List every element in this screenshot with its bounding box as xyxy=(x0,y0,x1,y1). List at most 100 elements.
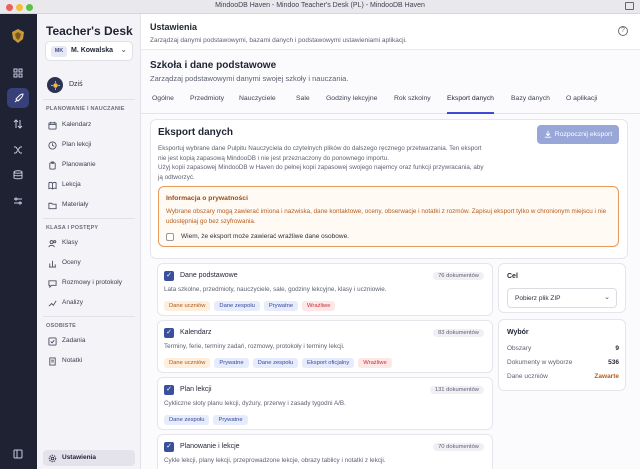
summary-value: 536 xyxy=(608,359,619,366)
item-tags: Dane zespołu Prywatne xyxy=(164,415,248,425)
window-tile-icon[interactable] xyxy=(625,2,634,10)
sidebar-item-label: Notatki xyxy=(62,357,83,364)
help-icon[interactable]: ? xyxy=(618,26,628,36)
tab-rooms[interactable]: Sale xyxy=(296,94,310,114)
folder-icon xyxy=(47,200,57,210)
item-tags: Dane uczniów Prywatne Dane zespołu Ekspo… xyxy=(164,358,392,368)
sidebar-item-materials[interactable]: Materiały xyxy=(43,197,135,213)
sidebar-item-notes[interactable]: Notatki xyxy=(43,353,135,369)
sidebar-item-analytics[interactable]: Analizy xyxy=(43,295,135,311)
divider xyxy=(43,218,135,219)
user-name: M. Kowalska xyxy=(71,47,114,54)
tab-general[interactable]: Ogólne xyxy=(152,94,174,114)
sidebar-item-settings[interactable]: Ustawienia xyxy=(43,450,135,466)
icon-rail xyxy=(0,14,37,469)
tag: Dane uczniów xyxy=(164,301,211,311)
sidebar-item-planning[interactable]: Planowanie xyxy=(43,157,135,173)
item-checkbox[interactable]: ✓ xyxy=(164,328,174,338)
rocket-icon[interactable] xyxy=(7,88,29,108)
tag: Dane uczniów xyxy=(164,358,211,368)
sidebar-item-conversations[interactable]: Rozmowy i protokoły xyxy=(43,275,135,291)
tab-teachers[interactable]: Nauczyciele xyxy=(239,94,276,114)
window-title: MindooDB Haven - Mindoo Teacher's Desk (… xyxy=(215,2,425,9)
list-item[interactable]: ✓ Kalendarz 83 dokumentów Terminy, ferie… xyxy=(157,320,493,373)
tab-subjects[interactable]: Przedmioty xyxy=(190,94,224,114)
tag: Wrażliwe xyxy=(302,301,336,311)
item-checkbox[interactable]: ✓ xyxy=(164,271,174,281)
item-title: Plan lekcji xyxy=(180,386,212,393)
list-item[interactable]: ✓ Planowanie i lekcje 70 dokumentów Cykl… xyxy=(157,434,493,469)
tag: Wrażliwe xyxy=(358,358,392,368)
divider xyxy=(43,99,135,100)
summary-value: 9 xyxy=(615,345,619,352)
sidebar-item-label: Plan lekcji xyxy=(62,141,92,148)
item-count-badge: 76 dokumentów xyxy=(433,272,484,280)
item-description: Lata szkolne, przedmioty, nauczyciele, s… xyxy=(164,286,387,293)
database-icon[interactable] xyxy=(7,165,29,185)
sidebar-item-label: Kalendarz xyxy=(62,121,92,128)
sidebar-item-label: Lekcja xyxy=(62,181,81,188)
divider xyxy=(43,316,135,317)
target-select[interactable]: Pobierz plik ZIP ⌄ xyxy=(507,288,617,308)
section-heading-classes: KLASA I POSTĘPY xyxy=(46,225,99,231)
trend-icon xyxy=(47,298,57,308)
sidebar-item-label: Analizy xyxy=(62,299,83,306)
item-tags: Dane uczniów Dane zespołu Prywatne Wrażl… xyxy=(164,301,336,311)
main-content: Ustawienia Zarządzaj danymi podstawowymi… xyxy=(141,14,640,469)
chat-icon xyxy=(47,278,57,288)
item-description: Cykle lekcji, plany lekcji, przeprowadzo… xyxy=(164,457,386,464)
sliders-icon[interactable] xyxy=(7,191,29,211)
checkbox-icon xyxy=(47,336,57,346)
sidebar-item-tasks[interactable]: Zadania xyxy=(43,333,135,349)
sidebar-item-label: Zadania xyxy=(62,337,86,344)
chevron-down-icon: ⌄ xyxy=(604,294,610,301)
item-checkbox[interactable]: ✓ xyxy=(164,385,174,395)
tab-data-export[interactable]: Eksport danych xyxy=(447,94,494,114)
list-item[interactable]: ✓ Plan lekcji 131 dokumentów Cykliczne s… xyxy=(157,377,493,430)
item-count-badge: 131 dokumentów xyxy=(429,386,484,394)
tab-lesson-hours[interactable]: Godziny lekcyjne xyxy=(326,94,377,114)
users-icon xyxy=(47,238,57,248)
app-name: Teacher's Desk xyxy=(46,24,133,38)
summary-row-areas: Obszary 9 xyxy=(507,345,619,352)
tag: Dane zespołu xyxy=(214,301,260,311)
window-titlebar: MindooDB Haven - Mindoo Teacher's Desk (… xyxy=(0,0,640,14)
tab-school-year[interactable]: Rok szkolny xyxy=(394,94,431,114)
sidebar: Teacher's Desk MK M. Kowalska ⌄ Dziś PLA… xyxy=(37,14,141,469)
sidebar-item-grades[interactable]: Oceny xyxy=(43,255,135,271)
tab-databases[interactable]: Bazy danych xyxy=(511,94,550,114)
section-heading-personal: OSOBISTE xyxy=(46,323,77,329)
sidebar-toggle-icon[interactable] xyxy=(7,444,29,464)
summary-label: Dokumenty w wyborze xyxy=(507,359,573,366)
item-checkbox[interactable]: ✓ xyxy=(164,442,174,452)
sun-icon xyxy=(47,77,63,93)
section-subtitle: Zarządzaj podstawowymi danymi swojej szk… xyxy=(150,74,349,83)
dashboard-icon[interactable] xyxy=(7,63,29,83)
consent-checkbox[interactable] xyxy=(166,233,174,241)
sidebar-item-today[interactable]: Dziś xyxy=(45,75,133,95)
sidebar-item-schedule[interactable]: Plan lekcji xyxy=(43,137,135,153)
export-title: Eksport danych xyxy=(158,127,234,138)
tag: Dane zespołu xyxy=(164,415,210,425)
sidebar-item-calendar[interactable]: Kalendarz xyxy=(43,117,135,133)
sidebar-item-label: Materiały xyxy=(62,201,89,208)
clock-icon xyxy=(47,140,57,150)
consent-label: Wiem, że eksport może zawierać wrażliwe … xyxy=(181,233,349,240)
bar-chart-icon xyxy=(47,258,57,268)
summary-value: Zawarte xyxy=(594,373,619,380)
summary-row-documents: Dokumenty w wyborze 536 xyxy=(507,359,619,366)
calendar-icon xyxy=(47,120,57,130)
tag: Dane zespołu xyxy=(252,358,299,368)
sidebar-item-lesson[interactable]: Lekcja xyxy=(43,177,135,193)
tab-about[interactable]: O aplikacji xyxy=(566,94,597,114)
list-item[interactable]: ✓ Dane podstawowe 76 dokumentów Lata szk… xyxy=(157,263,493,316)
start-export-button[interactable]: Rozpocznij eksport xyxy=(537,125,619,144)
sort-arrows-icon[interactable] xyxy=(7,114,29,134)
sidebar-item-classes[interactable]: Klasy xyxy=(43,235,135,251)
target-panel: Cel Pobierz plik ZIP ⌄ xyxy=(498,263,626,313)
user-switcher[interactable]: MK M. Kowalska ⌄ xyxy=(45,41,133,61)
shuffle-icon[interactable] xyxy=(7,140,29,160)
settings-tabs: Ogólne Przedmioty Nauczyciele Sale Godzi… xyxy=(141,94,640,114)
item-count-badge: 70 dokumentów xyxy=(433,443,484,451)
item-description: Cykliczne sloty planu lekcji, dyżury, pr… xyxy=(164,400,346,407)
